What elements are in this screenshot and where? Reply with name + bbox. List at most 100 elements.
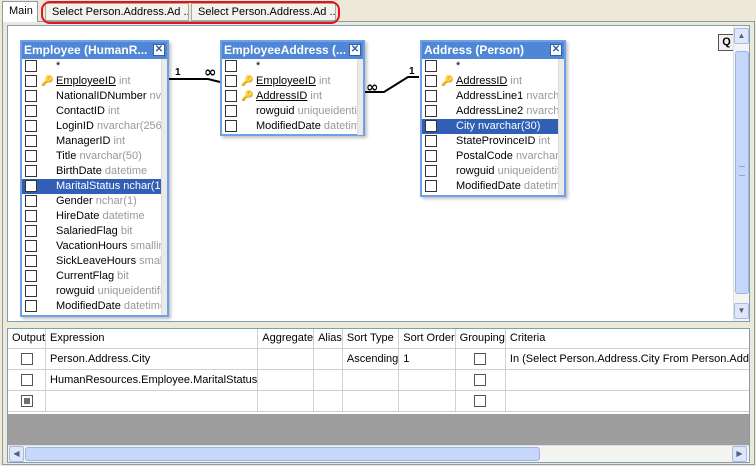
column-checkbox[interactable]	[25, 270, 37, 282]
col-aggregate-header[interactable]: Aggregate	[257, 329, 315, 349]
list-item[interactable]: ModifiedDate datetime	[22, 299, 167, 314]
close-icon[interactable]: ✕	[349, 44, 361, 56]
list-item[interactable]: City nvarchar(30)	[422, 119, 564, 134]
list-item[interactable]: 🔑 EmployeeID int	[222, 74, 363, 89]
column-checkbox[interactable]	[225, 105, 237, 117]
close-icon[interactable]: ✕	[550, 44, 562, 56]
table-scrollbar[interactable]	[357, 59, 363, 135]
column-checkbox[interactable]	[25, 120, 37, 132]
tab-main[interactable]: Main	[2, 1, 38, 22]
horizontal-scroll-thumb[interactable]	[25, 447, 540, 461]
column-checkbox[interactable]	[25, 90, 37, 102]
list-item[interactable]: *	[22, 59, 167, 74]
list-item[interactable]: LoginID nvarchar(256)	[22, 119, 167, 134]
column-checkbox[interactable]	[225, 75, 237, 87]
table-employee-address-header[interactable]: EmployeeAddress (... ✕	[222, 42, 363, 59]
column-checkbox[interactable]	[25, 225, 37, 237]
criteria-cell[interactable]: In (Select Person.Address.City From Pers…	[505, 348, 749, 370]
vertical-scrollbar[interactable]: ▲ ▼	[733, 26, 749, 321]
diagram-canvas[interactable]: 1 ∞ ∞ 1 Employee (HumanR... ✕ * 🔑 Employe…	[7, 25, 750, 322]
list-item[interactable]: AddressLine2 nvarchar(60)	[422, 104, 564, 119]
list-item[interactable]: MaritalStatus nchar(1)	[22, 179, 167, 194]
list-item[interactable]: rowguid uniqueidentifier	[22, 284, 167, 299]
column-checkbox[interactable]	[25, 210, 37, 222]
aggregate-cell[interactable]	[257, 348, 315, 370]
table-employee-address[interactable]: EmployeeAddress (... ✕ * 🔑 EmployeeID int…	[220, 40, 365, 136]
list-item[interactable]: SickLeaveHours smallint	[22, 254, 167, 269]
output-checkbox[interactable]	[20, 373, 33, 386]
list-item[interactable]: 🔑 AddressID int	[422, 74, 564, 89]
column-checkbox[interactable]	[425, 165, 437, 177]
grouping-checkbox[interactable]	[474, 352, 487, 365]
list-item[interactable]: SalariedFlag bit	[22, 224, 167, 239]
column-checkbox[interactable]	[425, 105, 437, 117]
table-employee-header[interactable]: Employee (HumanR... ✕	[22, 42, 167, 59]
list-item[interactable]: NationalIDNumber nvarchar(15)	[22, 89, 167, 104]
scroll-left-icon[interactable]: ◀	[9, 446, 24, 462]
col-sort-order-header[interactable]: Sort Order	[398, 329, 456, 349]
aggregate-cell[interactable]	[257, 369, 315, 391]
col-grouping-header[interactable]: Grouping	[455, 329, 506, 349]
column-checkbox[interactable]	[225, 60, 237, 72]
list-item[interactable]: rowguid uniqueidentifier	[222, 104, 363, 119]
table-address[interactable]: Address (Person) ✕ * 🔑 AddressID int Addre…	[420, 40, 566, 197]
output-cell[interactable]	[8, 348, 47, 370]
column-checkbox[interactable]	[425, 75, 437, 87]
col-expression-header[interactable]: Expression	[45, 329, 259, 349]
alias-cell[interactable]	[313, 390, 343, 412]
aggregate-cell[interactable]	[257, 390, 315, 412]
column-checkbox[interactable]	[25, 60, 37, 72]
sort-order-cell[interactable]	[398, 369, 456, 391]
column-checkbox[interactable]	[425, 90, 437, 102]
grouping-cell[interactable]	[455, 348, 506, 370]
sort-type-cell[interactable]	[342, 369, 400, 391]
column-checkbox[interactable]	[25, 180, 37, 192]
column-checkbox[interactable]	[25, 165, 37, 177]
close-icon[interactable]: ✕	[153, 44, 165, 56]
list-item[interactable]: *	[422, 59, 564, 74]
list-item[interactable]: Title nvarchar(50)	[22, 149, 167, 164]
scroll-thumb[interactable]	[735, 51, 749, 294]
col-sort-type-header[interactable]: Sort Type	[342, 329, 400, 349]
output-checkbox[interactable]	[20, 394, 33, 407]
column-checkbox[interactable]	[25, 105, 37, 117]
list-item[interactable]: AddressLine1 nvarchar(60)	[422, 89, 564, 104]
criteria-cell[interactable]	[505, 390, 749, 412]
column-checkbox[interactable]	[25, 75, 37, 87]
col-criteria-header[interactable]: Criteria	[505, 329, 749, 349]
grouping-cell[interactable]	[455, 369, 506, 391]
expression-cell[interactable]: HumanResources.Employee.MaritalStatus	[45, 369, 259, 391]
grouping-checkbox[interactable]	[474, 394, 487, 407]
column-checkbox[interactable]	[25, 135, 37, 147]
expression-cell[interactable]: Person.Address.City	[45, 348, 259, 370]
expression-cell[interactable]	[45, 390, 259, 412]
column-checkbox[interactable]	[425, 150, 437, 162]
criteria-cell[interactable]	[505, 369, 749, 391]
grouping-checkbox[interactable]	[474, 373, 487, 386]
list-item[interactable]: 🔑 AddressID int	[222, 89, 363, 104]
list-item[interactable]: Gender nchar(1)	[22, 194, 167, 209]
list-item[interactable]: HireDate datetime	[22, 209, 167, 224]
column-checkbox[interactable]	[25, 195, 37, 207]
column-checkbox[interactable]	[25, 255, 37, 267]
scroll-up-icon[interactable]: ▲	[734, 28, 749, 44]
list-item[interactable]: *	[222, 59, 363, 74]
horizontal-scrollbar[interactable]: ◀ ▶	[8, 445, 749, 462]
output-cell[interactable]	[8, 390, 47, 412]
list-item[interactable]: rowguid uniqueidentifier	[422, 164, 564, 179]
column-checkbox[interactable]	[425, 180, 437, 192]
table-scrollbar[interactable]	[558, 59, 564, 195]
grouping-cell[interactable]	[455, 390, 506, 412]
table-address-header[interactable]: Address (Person) ✕	[422, 42, 564, 59]
column-checkbox[interactable]	[25, 300, 37, 312]
column-checkbox[interactable]	[25, 240, 37, 252]
list-item[interactable]: 🔑 EmployeeID int	[22, 74, 167, 89]
list-item[interactable]: VacationHours smallint	[22, 239, 167, 254]
col-output-header[interactable]: Output	[8, 329, 47, 349]
col-alias-header[interactable]: Alias	[313, 329, 343, 349]
table-scrollbar[interactable]	[161, 59, 167, 315]
column-checkbox[interactable]	[225, 90, 237, 102]
column-checkbox[interactable]	[425, 135, 437, 147]
alias-cell[interactable]	[313, 348, 343, 370]
column-checkbox[interactable]	[425, 60, 437, 72]
